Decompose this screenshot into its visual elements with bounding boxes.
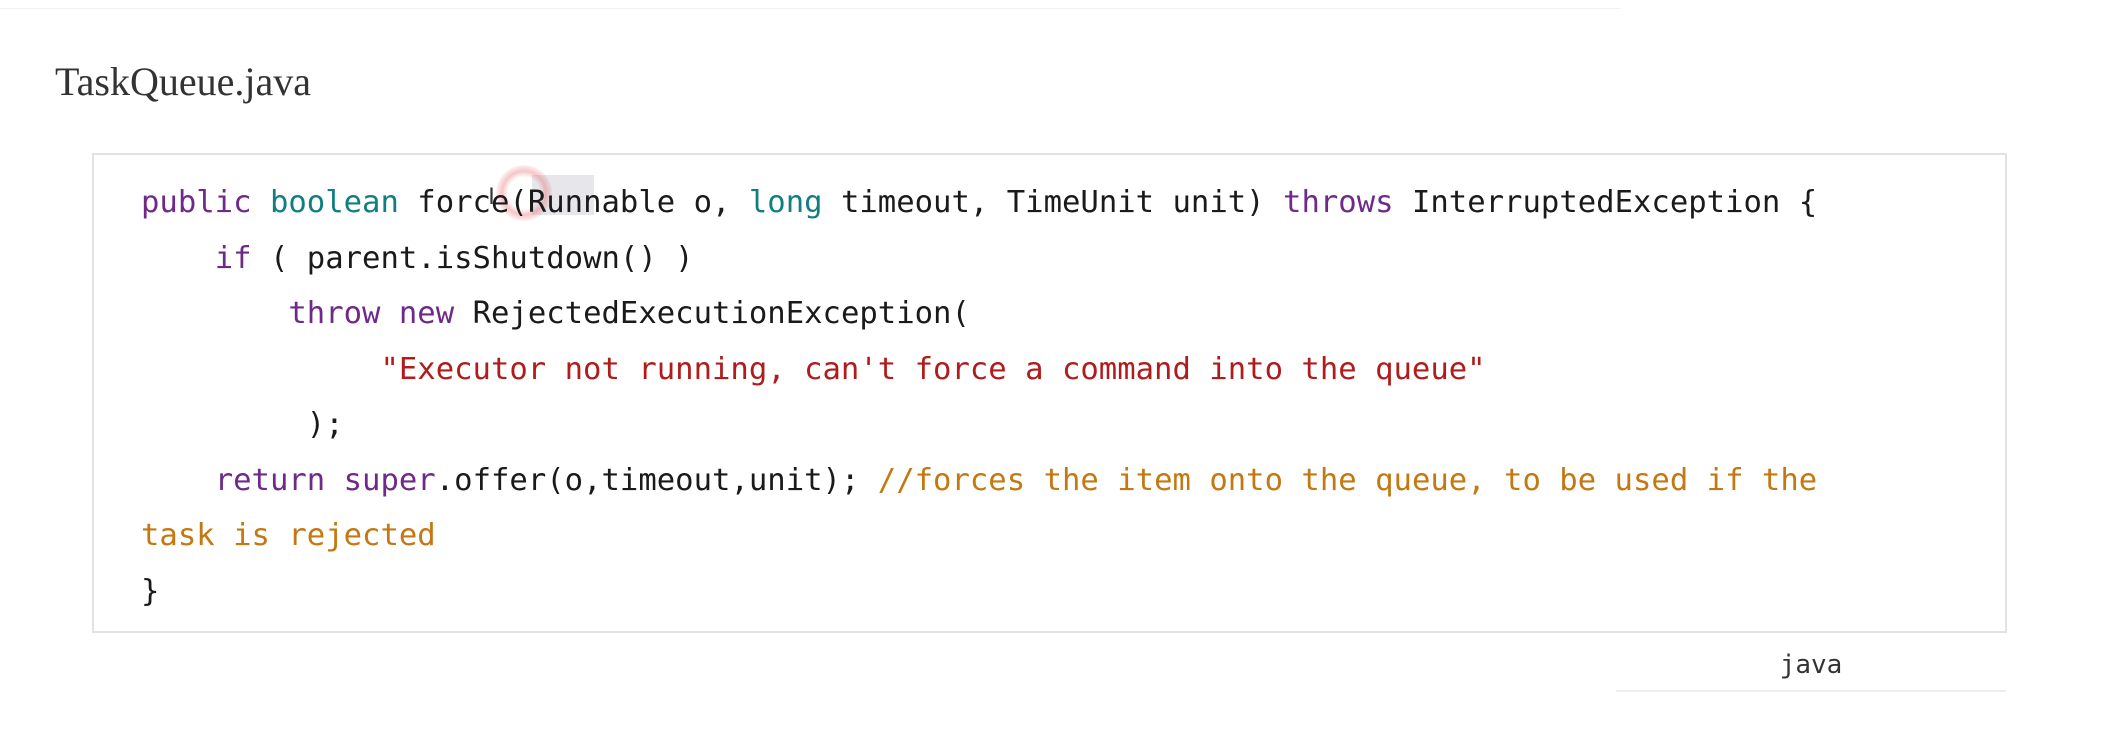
line-3-rest: RejectedExecutionException(: [454, 296, 970, 331]
code-line-1: public boolean force I (Runnable o, long t…: [141, 175, 1991, 231]
method-name-text: force: [417, 185, 510, 220]
keyword-if: if: [214, 240, 252, 276]
string-literal: "Executor not running, can't force a com…: [380, 351, 1486, 387]
closing-brace: }: [141, 573, 160, 609]
text-cursor-icon: I: [488, 185, 495, 210]
keyword-new: new: [398, 296, 455, 331]
file-title: TaskQueue.java: [55, 59, 311, 104]
code-block[interactable]: public boolean force I (Runnable o, long t…: [92, 153, 2007, 633]
line-1-tail: InterruptedException {: [1393, 185, 1818, 220]
keyword-public: public: [141, 185, 252, 220]
code-line-6: return super.offer(o,timeout,unit); //fo…: [141, 453, 1991, 509]
code-line-2: if ( parent.isShutdown() ): [141, 231, 1991, 287]
params-part-2: timeout, TimeUnit unit): [822, 185, 1284, 220]
keyword-super: super: [343, 462, 436, 498]
keyword-throws: throws: [1283, 185, 1394, 220]
code-line-4: "Executor not running, can't force a com…: [141, 342, 1991, 398]
type-boolean: boolean: [269, 185, 399, 220]
comment-line-1: //forces the item onto the queue, to be …: [877, 462, 1818, 498]
comment-line-2: task is rejected: [141, 518, 436, 553]
method-name-force[interactable]: force I: [417, 185, 509, 220]
code-line-5: );: [141, 397, 1991, 453]
line-2-rest: ( parent.isShutdown() ): [251, 240, 694, 276]
code-line-3: throw new RejectedExecutionException(: [141, 286, 1991, 342]
line-6-rest: .offer(o,timeout,unit);: [435, 462, 878, 498]
top-divider: [0, 0, 1620, 9]
code-line-8: }: [141, 564, 1991, 620]
keyword-throw: throw: [288, 296, 381, 331]
line-5-close: );: [306, 407, 344, 442]
code-line-7: task is rejected: [141, 508, 1991, 564]
type-long: long: [748, 185, 823, 220]
keyword-return: return: [214, 462, 326, 498]
params-part-1: (Runnable o,: [509, 185, 749, 220]
language-label: java: [1616, 640, 2006, 692]
code-content[interactable]: public boolean force I (Runnable o, long t…: [141, 175, 1991, 619]
